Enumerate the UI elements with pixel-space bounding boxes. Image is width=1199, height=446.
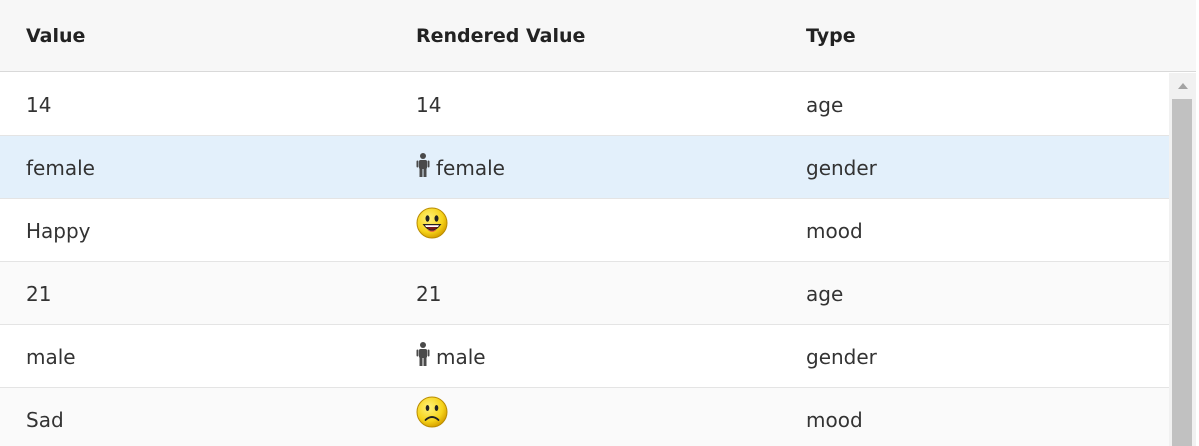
table-row[interactable]: 21 21 age xyxy=(0,262,1169,325)
type-cell: gender xyxy=(806,156,877,180)
person-icon xyxy=(416,342,430,366)
happy-face-icon xyxy=(416,207,448,239)
rendered-value-cell: female xyxy=(416,136,505,198)
type-cell: mood xyxy=(806,408,863,432)
type-cell: age xyxy=(806,93,844,117)
sad-face-icon xyxy=(416,396,448,428)
rendered-value-cell: 14 xyxy=(416,93,442,117)
column-header-type[interactable]: Type xyxy=(806,0,856,72)
value-cell: male xyxy=(26,345,76,369)
table-row[interactable]: male male gender xyxy=(0,325,1169,388)
grid-header: Value Rendered Value Type xyxy=(0,0,1196,72)
rendered-value-cell: 21 xyxy=(416,282,442,306)
table-row[interactable]: Sad mood xyxy=(0,388,1169,446)
value-cell: 14 xyxy=(26,93,52,117)
value-cell: Sad xyxy=(26,408,64,432)
rendered-value-text: female xyxy=(436,156,505,180)
rendered-value-cell: male xyxy=(416,325,486,387)
column-header-rendered-value[interactable]: Rendered Value xyxy=(416,0,585,72)
data-grid: Value Rendered Value Type 14 14 age fema… xyxy=(0,0,1199,446)
table-row[interactable]: Happy mood xyxy=(0,199,1169,262)
value-cell: Happy xyxy=(26,219,91,243)
table-row[interactable]: 14 14 age xyxy=(0,73,1169,136)
type-cell: gender xyxy=(806,345,877,369)
type-cell: age xyxy=(806,282,844,306)
table-row-selected[interactable]: female female gender xyxy=(0,136,1169,199)
rendered-value-cell xyxy=(416,396,448,428)
rendered-value-cell xyxy=(416,207,448,239)
person-icon xyxy=(416,153,430,177)
grid-body: 14 14 age female female gender Happy moo… xyxy=(0,73,1169,446)
scroll-thumb[interactable] xyxy=(1172,99,1192,446)
rendered-value-text: male xyxy=(436,345,486,369)
value-cell: female xyxy=(26,156,95,180)
column-header-value[interactable]: Value xyxy=(26,0,85,72)
scroll-up-arrow-icon[interactable] xyxy=(1169,73,1196,98)
vertical-scrollbar[interactable] xyxy=(1169,73,1196,446)
value-cell: 21 xyxy=(26,282,52,306)
type-cell: mood xyxy=(806,219,863,243)
